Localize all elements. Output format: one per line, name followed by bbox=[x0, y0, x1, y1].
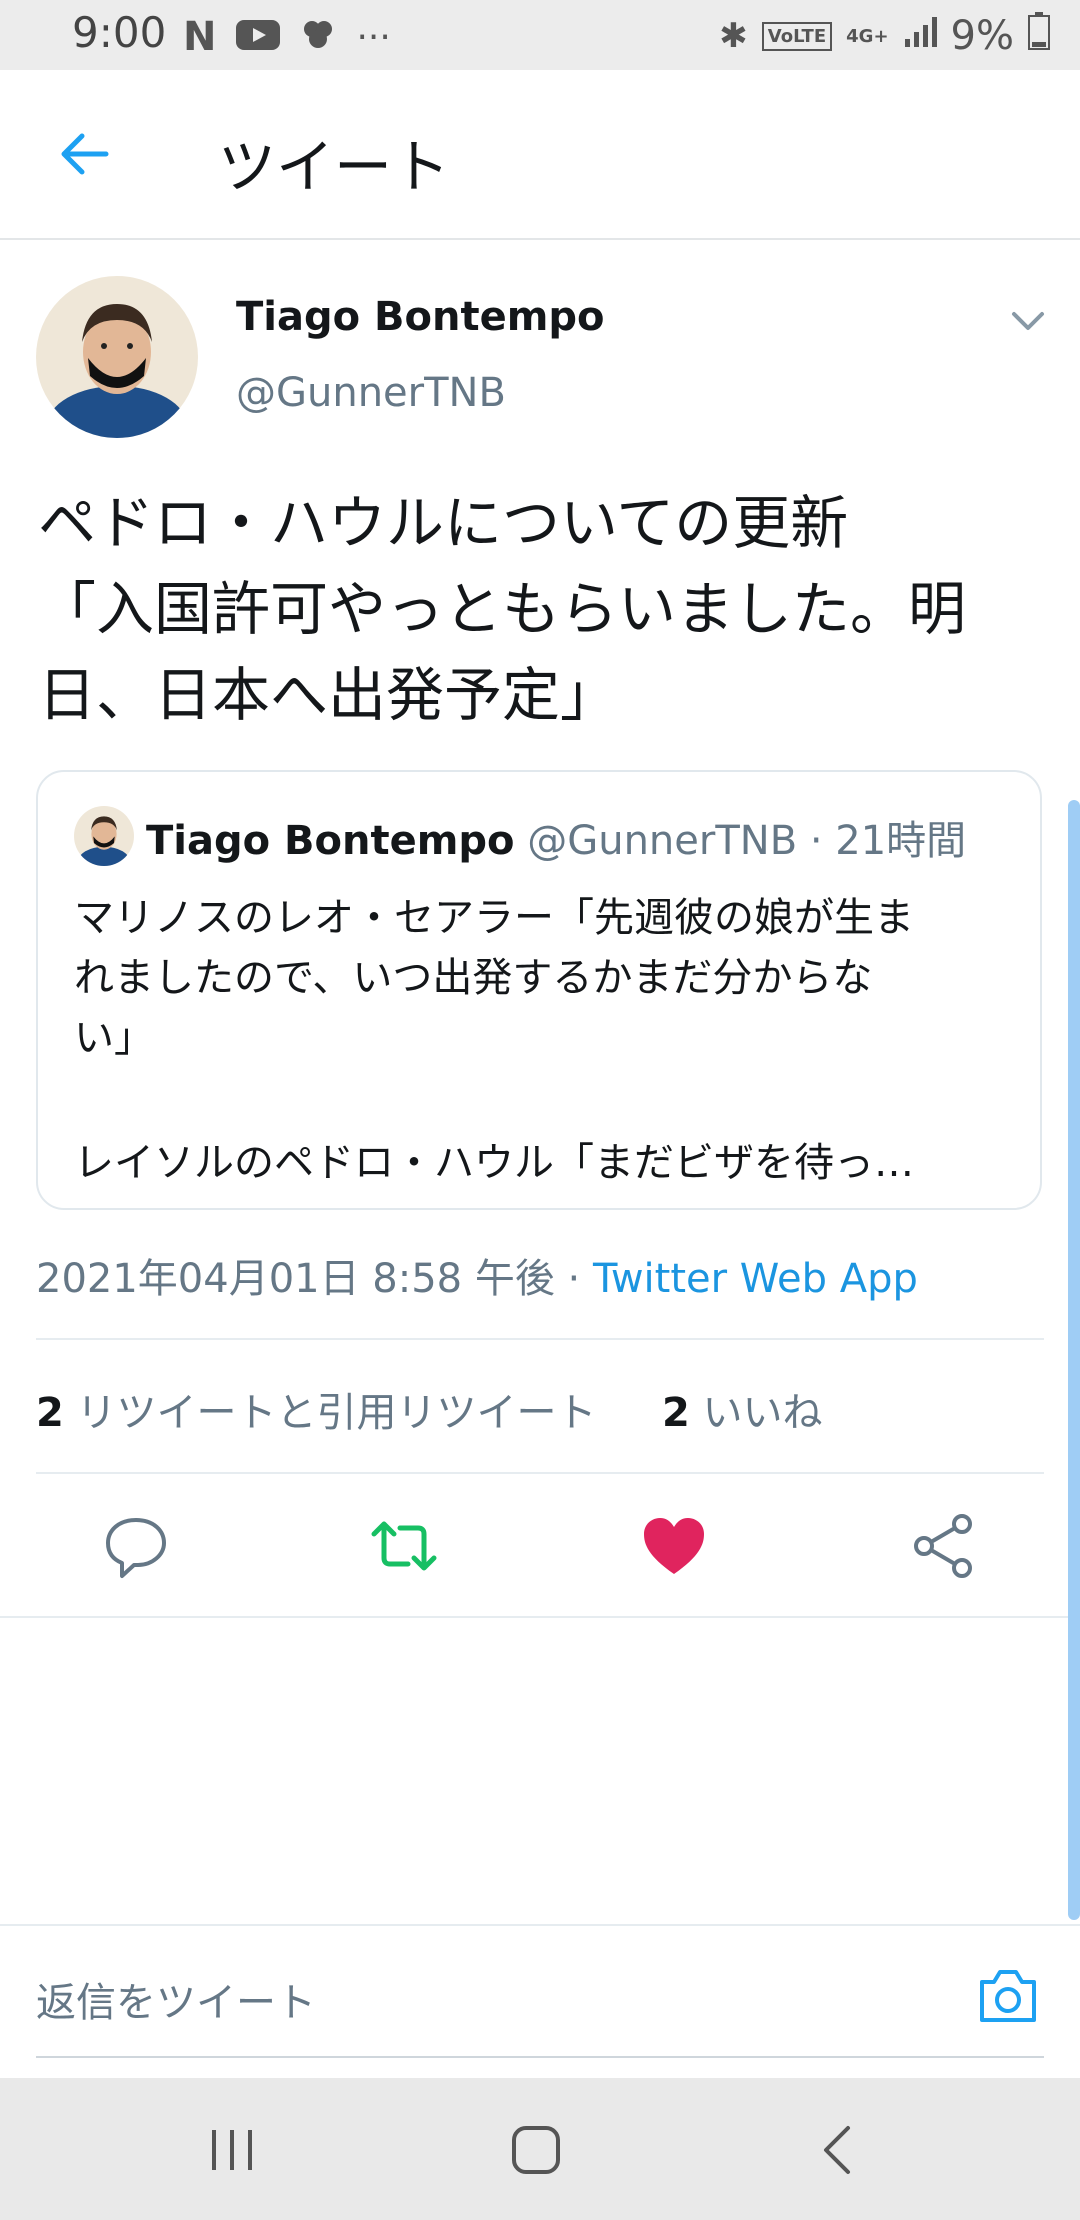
back-arrow-icon[interactable] bbox=[56, 126, 112, 182]
page-title: ツイート bbox=[218, 133, 451, 201]
youtube-icon bbox=[236, 20, 281, 54]
like-count: 2 bbox=[662, 1390, 690, 1436]
top-app-bar: ツイート bbox=[0, 70, 1080, 240]
like-label: いいね bbox=[689, 1390, 823, 1436]
tweet-text-line: 「入国許可やっともらいました。明 bbox=[38, 575, 967, 643]
battery-percent: 9% bbox=[950, 13, 1014, 59]
quoted-text-line: い」 bbox=[74, 1015, 154, 1061]
tweet-actions bbox=[0, 1510, 1080, 1590]
netflix-icon: N bbox=[183, 14, 217, 60]
source-app-link[interactable]: Twitter Web App bbox=[593, 1256, 918, 1302]
more-dots-icon: ··· bbox=[356, 16, 391, 58]
divider bbox=[0, 1616, 1080, 1618]
author-avatar[interactable] bbox=[36, 276, 198, 438]
volte-icon: VoLTE bbox=[761, 21, 833, 51]
chevron-down-icon[interactable] bbox=[1010, 306, 1046, 336]
status-time: 9:00 bbox=[72, 8, 167, 57]
quoted-text-line: れましたので、いつ出発するかまだ分からな bbox=[74, 955, 873, 1001]
system-nav-bar bbox=[0, 2078, 1080, 2220]
retweet-label: リツイートと引用リツイート bbox=[63, 1390, 597, 1436]
quoted-tweet-text: マリノスのレオ・セアラー「先週彼の娘が生ま れましたので、いつ出発するかまだ分か… bbox=[74, 888, 1014, 1068]
scrollbar[interactable] bbox=[1068, 800, 1080, 1920]
signal-icon bbox=[903, 13, 937, 59]
retweet-icon[interactable] bbox=[368, 1510, 440, 1582]
author-name[interactable]: Tiago Bontempo bbox=[236, 294, 605, 340]
quoted-author-avatar bbox=[74, 806, 134, 866]
quoted-author-meta: @GunnerTNB · 21時間 bbox=[514, 818, 967, 864]
retweet-count: 2 bbox=[36, 1390, 64, 1436]
tweet-text-line: 日、日本へ出発予定」 bbox=[38, 661, 619, 729]
home-icon[interactable] bbox=[506, 2120, 566, 2180]
tweet-text: ペドロ・ハウルについての更新 「入国許可やっともらいました。明 日、日本へ出発予… bbox=[38, 480, 1058, 738]
retweet-stat[interactable]: 2 リツイートと引用リツイート bbox=[36, 1390, 597, 1436]
reply-input[interactable]: 返信をツイート bbox=[36, 1970, 316, 2028]
quoted-text-line: レイソルのペドロ・ハウル「まだビザを待っ… bbox=[74, 1140, 914, 1186]
status-bar: 9:00 N ··· ✱ VoLTE 4G+ 9% bbox=[0, 0, 1080, 70]
camera-icon[interactable] bbox=[976, 1966, 1040, 2026]
quoted-tweet-header: Tiago Bontempo @GunnerTNB · 21時間 bbox=[146, 808, 966, 866]
like-stat[interactable]: 2 いいね bbox=[662, 1390, 823, 1436]
share-icon[interactable] bbox=[908, 1510, 980, 1582]
divider bbox=[36, 1338, 1044, 1340]
battery-icon bbox=[1028, 12, 1050, 60]
tweet-timestamp: 2021年04月01日 8:58 午後 · Twitter Web App bbox=[36, 1246, 918, 1304]
quoted-text-line: マリノスのレオ・セアラー「先週彼の娘が生ま bbox=[74, 895, 914, 941]
divider bbox=[36, 1472, 1044, 1474]
tweet-stats: 2 リツイートと引用リツイート 2 いいね bbox=[36, 1380, 823, 1438]
timestamp-text: 2021年04月01日 8:58 午後 · bbox=[36, 1256, 593, 1302]
bluetooth-icon: ✱ bbox=[719, 16, 748, 56]
quoted-tweet-card[interactable]: Tiago Bontempo @GunnerTNB · 21時間 マリノスのレオ… bbox=[36, 770, 1042, 1210]
reply-bar: 返信をツイート bbox=[0, 1924, 1080, 2078]
reply-underline bbox=[36, 2056, 1044, 2058]
author-handle[interactable]: @GunnerTNB bbox=[236, 370, 506, 416]
4g-icon: 4G+ bbox=[846, 25, 889, 47]
like-heart-icon[interactable] bbox=[638, 1510, 710, 1582]
brain-icon bbox=[300, 17, 336, 57]
quoted-author-name: Tiago Bontempo bbox=[146, 818, 515, 864]
tweet-text-line: ペドロ・ハウルについての更新 bbox=[38, 489, 849, 557]
back-icon[interactable] bbox=[808, 2120, 868, 2180]
reply-icon[interactable] bbox=[100, 1510, 172, 1582]
recent-apps-icon[interactable] bbox=[202, 2120, 262, 2180]
